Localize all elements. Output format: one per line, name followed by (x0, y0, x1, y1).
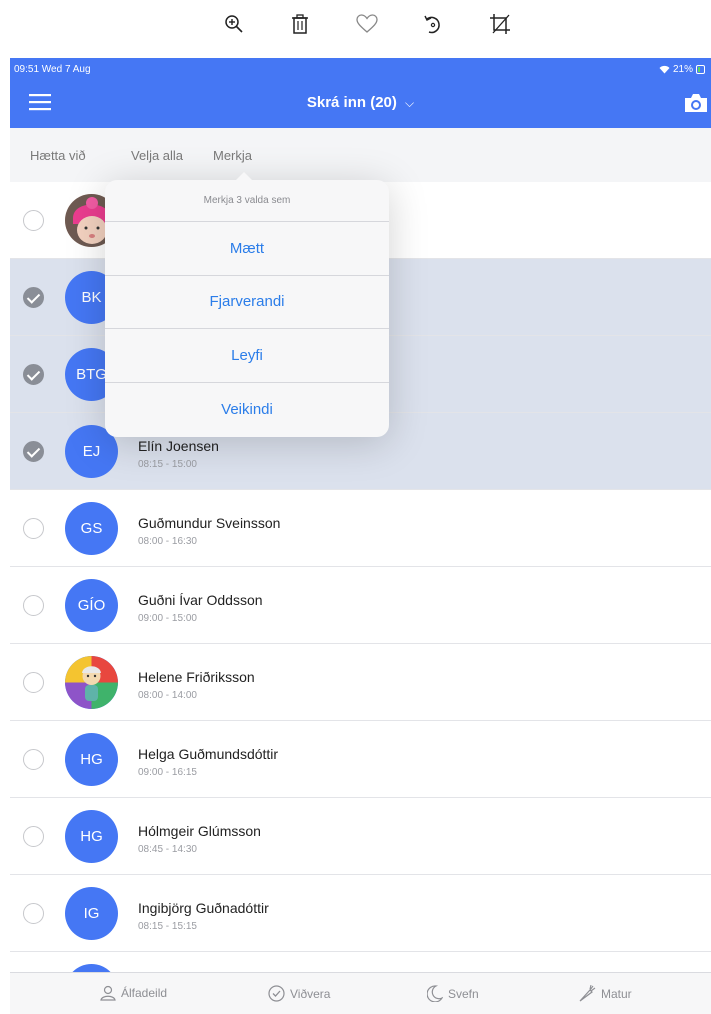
child-hours: 09:00 - 16:15 (138, 767, 197, 778)
selection-checkbox[interactable] (23, 749, 44, 770)
child-name: Guðmundur Sveinsson (138, 515, 281, 531)
avatar: GÍO (65, 579, 118, 632)
tab-bar: Álfadeild Viðvera Svefn Matur (10, 972, 711, 1014)
list-item[interactable]: GS Guðmundur Sveinsson 08:00 - 16:30 (10, 490, 711, 567)
child-hours: 08:00 - 14:00 (138, 690, 197, 701)
app-screen: 09:51 Wed 7 Aug 21% Skrá inn (20) ⌵ Hætt… (10, 58, 711, 1014)
selection-checkbox[interactable] (23, 287, 44, 308)
tab-label: Álfadeild (121, 986, 168, 1000)
nav-title-dropdown[interactable]: Skrá inn (20) ⌵ (10, 94, 711, 111)
child-name: Elín Joensen (138, 438, 219, 454)
tab-svefn[interactable]: Svefn (427, 985, 479, 1002)
nav-title: Skrá inn (20) (306, 94, 397, 111)
check-circle-icon (268, 985, 285, 1002)
child-name: Guðni Ívar Oddsson (138, 592, 263, 608)
list-item[interactable]: HG Hólmgeir Glúmsson 08:45 - 14:30 (10, 798, 711, 875)
avatar-initials: GÍO (77, 597, 106, 614)
status-time: 09:51 Wed 7 Aug (14, 64, 91, 75)
child-hours: 08:45 - 14:30 (138, 844, 197, 855)
nav-bar: Skrá inn (20) ⌵ (10, 80, 711, 128)
avatar: HG (65, 733, 118, 786)
child-name: Helene Friðriksson (138, 669, 255, 685)
avatar-initials: IG (83, 905, 100, 922)
selection-checkbox[interactable] (23, 210, 44, 231)
child-hours: 08:15 - 15:00 (138, 459, 197, 470)
selection-checkbox[interactable] (23, 672, 44, 693)
zoom-in-icon[interactable] (222, 12, 246, 36)
wifi-icon (659, 65, 670, 74)
list-item[interactable]: IG Ingibjörg Guðnadóttir 08:15 - 15:15 (10, 875, 711, 952)
popover-item-present[interactable]: Mætt (105, 222, 389, 276)
trash-icon[interactable] (288, 12, 312, 36)
tab-matur[interactable]: Matur (578, 985, 632, 1002)
child-hours: 08:00 - 16:30 (138, 536, 197, 547)
child-name: Ingibjörg Guðnadóttir (138, 900, 269, 916)
selection-checkbox[interactable] (23, 595, 44, 616)
avatar: IG (65, 887, 118, 940)
selection-checkbox[interactable] (23, 518, 44, 539)
carrot-icon (579, 985, 596, 1002)
tab-label: Svefn (448, 986, 479, 1001)
child-hours: 09:00 - 15:00 (138, 613, 197, 624)
tab-label: Matur (601, 986, 632, 1001)
avatar-initials: BTG (76, 366, 107, 383)
list-item[interactable]: Helene Friðriksson 08:00 - 14:00 (10, 644, 711, 721)
avatar-initials: HG (80, 828, 103, 845)
popover-item-sick[interactable]: Veikindi (105, 383, 389, 437)
select-all-button[interactable]: Velja alla (131, 148, 183, 163)
popover-title: Merkja 3 valda sem (105, 180, 389, 222)
mark-popover: Merkja 3 valda sem Mætt Fjarverandi Leyf… (105, 172, 389, 437)
moon-icon (427, 985, 443, 1002)
avatar-initials: BK (81, 289, 102, 306)
popover-arrow (235, 172, 253, 181)
chevron-down-icon: ⌵ (405, 96, 415, 110)
avatar-initials: EJ (82, 443, 101, 460)
popover-item-absent[interactable]: Fjarverandi (105, 276, 389, 329)
avatar (65, 656, 118, 709)
child-hours: 08:15 - 15:15 (138, 921, 197, 932)
mark-button[interactable]: Merkja (213, 148, 252, 163)
avatar-initials: GS (80, 520, 103, 537)
battery-percent: 21% (672, 64, 693, 75)
battery-icon (696, 65, 705, 74)
selection-checkbox[interactable] (23, 364, 44, 385)
person-icon (100, 985, 116, 1001)
list-item[interactable]: HG Helga Guðmundsdóttir 09:00 - 16:15 (10, 721, 711, 798)
cartoon-avatar-icon (65, 656, 118, 709)
child-name: Hólmgeir Glúmsson (138, 823, 261, 839)
rotate-icon[interactable] (421, 12, 445, 36)
list-item[interactable]: GÍO Guðni Ívar Oddsson 09:00 - 15:00 (10, 567, 711, 644)
status-indicators: 21% (659, 64, 705, 75)
avatar: HG (65, 810, 118, 863)
heart-icon[interactable] (355, 12, 379, 36)
selection-checkbox[interactable] (23, 826, 44, 847)
child-name: Helga Guðmundsdóttir (138, 746, 279, 762)
status-bar: 09:51 Wed 7 Aug 21% (10, 58, 711, 80)
avatar-initials: HG (80, 751, 103, 768)
selection-checkbox[interactable] (23, 441, 44, 462)
selection-action-bar: Hætta við Velja alla Merkja (10, 128, 711, 182)
tab-alfadeild[interactable]: Álfadeild (100, 985, 167, 1001)
tab-label: Viðvera (290, 986, 331, 1001)
tab-vidvera[interactable]: Viðvera (268, 985, 330, 1002)
crop-icon[interactable] (488, 12, 512, 36)
image-viewer-toolbar (0, 0, 711, 58)
avatar: GS (65, 502, 118, 555)
popover-item-leave[interactable]: Leyfi (105, 329, 389, 383)
selection-checkbox[interactable] (23, 903, 44, 924)
camera-icon[interactable] (683, 92, 709, 114)
cancel-button[interactable]: Hætta við (30, 148, 86, 163)
